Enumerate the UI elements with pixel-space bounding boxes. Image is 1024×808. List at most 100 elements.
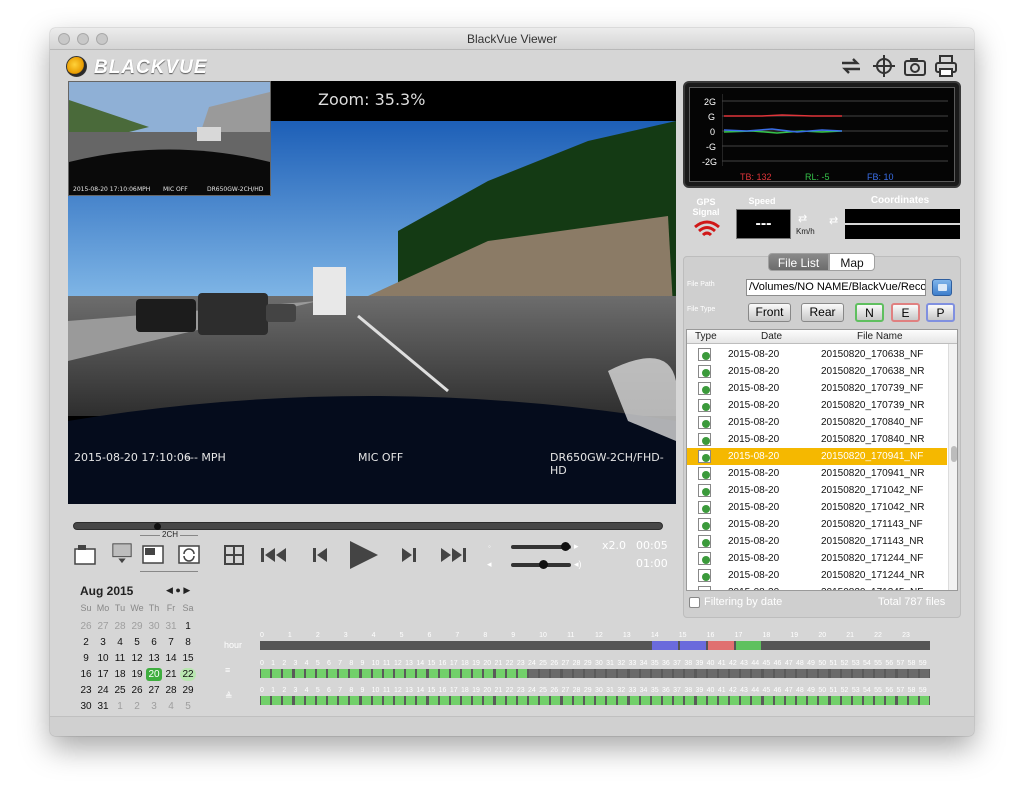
minute-cell[interactable] [450, 669, 460, 678]
minute-cell[interactable] [707, 669, 717, 678]
minute-cell[interactable] [294, 696, 304, 705]
minute-cell[interactable] [395, 696, 405, 705]
file-row[interactable]: 2015-08-20 20150820_170739_NF [687, 380, 947, 397]
scrollbar-thumb[interactable] [951, 446, 957, 462]
camera-icon[interactable] [903, 54, 927, 78]
file-row[interactable]: 2015-08-20 20150820_171244_NF [687, 550, 947, 567]
volume-slider[interactable] [511, 560, 571, 569]
rear-camera-pip[interactable]: 2015-08-20 17:10:06 MPH MIC OFF DR650GW-… [68, 81, 271, 196]
hour-cell[interactable] [512, 641, 539, 650]
hour-cell[interactable] [596, 641, 622, 650]
minute-cell[interactable] [372, 669, 382, 678]
minute-cell[interactable] [372, 696, 382, 705]
minute-cell[interactable] [730, 696, 740, 705]
speed-slider[interactable] [511, 542, 571, 551]
file-row[interactable]: 2015-08-20 20150820_171345_NF [687, 584, 947, 590]
minute-cell[interactable] [361, 696, 371, 705]
minute-cell[interactable] [707, 696, 717, 705]
hour-cell[interactable] [875, 641, 902, 650]
calendar-nav[interactable]: ◀ ● ▶ [166, 585, 190, 596]
minute-cell[interactable] [316, 696, 326, 705]
calendar-day[interactable]: 19 [129, 668, 145, 681]
minute-cell[interactable] [607, 669, 617, 678]
calendar-day[interactable]: 4 [163, 700, 179, 713]
minute-cell[interactable] [383, 696, 393, 705]
minute-cell[interactable] [428, 669, 438, 678]
minute-cell[interactable] [551, 696, 561, 705]
minute-cell[interactable] [763, 696, 773, 705]
calendar-day[interactable]: 27 [95, 620, 111, 633]
minute-cell[interactable] [774, 669, 784, 678]
minute-cell[interactable] [339, 669, 349, 678]
hour-cell[interactable] [288, 641, 315, 650]
speed-slider-knob[interactable] [561, 542, 570, 551]
minute-cell[interactable] [730, 669, 740, 678]
minute-cell[interactable] [305, 669, 315, 678]
minute-cell[interactable] [663, 696, 673, 705]
minute-cell[interactable] [406, 669, 416, 678]
grid-view-button[interactable] [223, 544, 245, 566]
minute-cell[interactable] [618, 669, 628, 678]
minute-cell[interactable] [484, 669, 494, 678]
tab-file-list[interactable]: File List [768, 253, 829, 271]
minute-cell[interactable] [339, 696, 349, 705]
hour-cell[interactable] [456, 641, 483, 650]
minute-cell[interactable] [283, 696, 293, 705]
column-date[interactable]: Date [761, 331, 782, 342]
minute-cell[interactable] [897, 669, 907, 678]
calendar-day[interactable]: 21 [163, 668, 179, 681]
minute-cell[interactable] [674, 669, 684, 678]
minute-cell[interactable] [473, 696, 483, 705]
minute-cell[interactable] [841, 669, 851, 678]
rear-minute-timeline[interactable] [260, 696, 930, 705]
hour-cell[interactable] [847, 641, 874, 650]
minute-cell[interactable] [417, 696, 427, 705]
minute-cell[interactable] [473, 669, 483, 678]
next-frame-button[interactable] [398, 544, 420, 566]
minute-cell[interactable] [919, 669, 929, 678]
minute-cell[interactable] [261, 696, 271, 705]
minute-cell[interactable] [283, 669, 293, 678]
minute-cell[interactable] [484, 696, 494, 705]
hour-cell[interactable] [344, 641, 371, 650]
seek-bar[interactable] [73, 522, 663, 530]
calendar-day[interactable]: 31 [95, 700, 111, 713]
minute-cell[interactable] [808, 669, 818, 678]
minute-cell[interactable] [908, 696, 918, 705]
hour-cell[interactable] [484, 641, 511, 650]
minute-cell[interactable] [651, 669, 661, 678]
file-list-scrollbar[interactable] [948, 344, 957, 590]
calendar-day[interactable]: 29 [129, 620, 145, 633]
hour-cell[interactable] [679, 641, 706, 650]
calendar-day[interactable]: 22 [180, 668, 196, 681]
file-row[interactable]: 2015-08-20 20150820_170941_NF [687, 448, 947, 465]
minute-cell[interactable] [875, 696, 885, 705]
calendar-day[interactable]: 28 [112, 620, 128, 633]
minute-cell[interactable] [272, 669, 282, 678]
hour-cell[interactable] [568, 641, 594, 650]
minute-cell[interactable] [752, 669, 762, 678]
minute-cell[interactable] [261, 669, 271, 678]
minute-cell[interactable] [383, 669, 393, 678]
minute-cell[interactable] [852, 669, 862, 678]
parking-filter-button[interactable]: P [926, 303, 955, 322]
rear-filter-button[interactable]: Rear [801, 303, 844, 322]
filter-by-date-checkbox[interactable] [689, 597, 700, 608]
minute-cell[interactable] [517, 696, 527, 705]
calendar-day[interactable]: 8 [180, 636, 196, 649]
file-row[interactable]: 2015-08-20 20150820_171042_NR [687, 499, 947, 516]
minute-cell[interactable] [305, 696, 315, 705]
minute-cell[interactable] [674, 696, 684, 705]
minute-cell[interactable] [785, 669, 795, 678]
front-minute-timeline[interactable] [260, 669, 930, 678]
calendar-day[interactable]: 10 [95, 652, 111, 665]
minute-cell[interactable] [819, 669, 829, 678]
minute-cell[interactable] [272, 696, 282, 705]
minute-cell[interactable] [495, 669, 505, 678]
calendar-day[interactable]: 20 [146, 668, 162, 681]
minute-cell[interactable] [439, 669, 449, 678]
minute-cell[interactable] [506, 696, 516, 705]
minute-cell[interactable] [718, 696, 728, 705]
file-row[interactable]: 2015-08-20 20150820_171143_NR [687, 533, 947, 550]
minute-cell[interactable] [741, 696, 751, 705]
